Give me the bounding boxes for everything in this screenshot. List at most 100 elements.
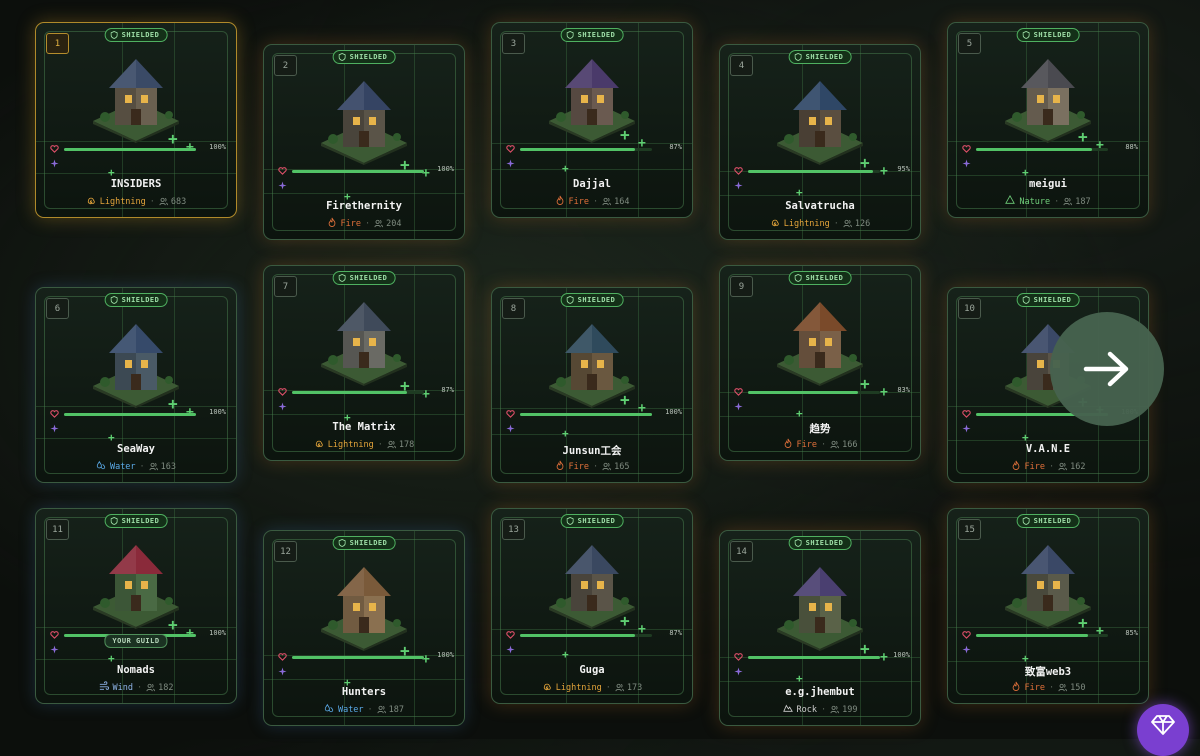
guild-card[interactable]: 6 SHIELDED +++ 100% SeaWay Water · bbox=[35, 287, 237, 483]
member-count: 199 bbox=[830, 705, 857, 715]
shielded-badge: SHIELDED bbox=[332, 50, 396, 64]
element-label: Fire bbox=[1024, 461, 1045, 472]
member-count-value: 683 bbox=[170, 196, 187, 207]
rank-badge: 6 bbox=[46, 298, 69, 319]
shielded-badge: SHIELDED bbox=[1016, 514, 1080, 528]
shielded-label: SHIELDED bbox=[121, 296, 160, 304]
element-label: Water bbox=[337, 704, 364, 715]
health-bar-fill bbox=[64, 148, 196, 151]
nature-icon bbox=[1005, 194, 1016, 208]
members-icon bbox=[387, 440, 396, 449]
guild-meta: Nature · 187 bbox=[948, 194, 1148, 208]
health-bar bbox=[520, 634, 652, 637]
guild-meta: Lightning · 178 bbox=[264, 438, 464, 451]
gem-button[interactable] bbox=[1137, 704, 1189, 756]
guild-meta: Lightning · 173 bbox=[492, 681, 692, 694]
element-label: Lightning bbox=[99, 196, 146, 207]
health-bar-fill bbox=[64, 413, 196, 416]
member-count: 164 bbox=[602, 197, 629, 207]
element-label: Lightning bbox=[555, 682, 602, 693]
plus-icon: + bbox=[1078, 613, 1088, 632]
rank-badge: 10 bbox=[958, 298, 981, 319]
health-bar-fill bbox=[292, 656, 424, 659]
guild-name: e.g.jhembut bbox=[785, 686, 855, 698]
grid-line bbox=[36, 659, 236, 660]
guild-card[interactable]: 8 SHIELDED + + + 100% Junsun工会 Fire · 16… bbox=[491, 287, 693, 483]
guild-meta: Water · 163 bbox=[36, 460, 236, 473]
water-icon bbox=[324, 703, 334, 716]
element-label: Fire bbox=[568, 461, 589, 472]
member-count: 150 bbox=[1058, 683, 1085, 693]
guild-card[interactable]: 1 SHIELDED +++ 100% INSIDERS Lightning · bbox=[35, 22, 237, 218]
health-bar bbox=[748, 170, 880, 173]
shield-icon bbox=[110, 296, 118, 304]
lightning-icon bbox=[314, 438, 324, 451]
shielded-label: SHIELDED bbox=[577, 31, 616, 39]
plus-icon: + bbox=[562, 162, 569, 175]
member-count: 178 bbox=[387, 440, 414, 450]
sparkle-icon bbox=[278, 667, 287, 676]
sparkle-icon bbox=[278, 402, 287, 411]
guild-card[interactable]: 4 SHIELDED + + + 95% Salvatrucha Lightning… bbox=[719, 44, 921, 240]
members-icon bbox=[146, 683, 155, 692]
rank-badge: 2 bbox=[274, 55, 297, 76]
guild-card[interactable]: 11 SHIELDED +++ 100% YOUR GUILD Nomads W… bbox=[35, 508, 237, 704]
health-percent: 88% bbox=[1125, 143, 1138, 151]
guild-meta: Water · 187 bbox=[264, 703, 464, 716]
health-percent: 100% bbox=[665, 408, 682, 416]
guild-meta: Fire · 165 bbox=[492, 460, 692, 473]
grid-line bbox=[492, 143, 692, 144]
grid-line bbox=[492, 629, 692, 630]
guild-name: 致富web3 bbox=[1024, 666, 1072, 678]
grid-line bbox=[492, 434, 692, 435]
member-count-value: 204 bbox=[386, 218, 402, 229]
guild-card[interactable]: 13 SHIELDED + + + 87% Guga Lightning · 1… bbox=[491, 508, 693, 704]
shielded-badge: SHIELDED bbox=[332, 536, 396, 550]
plus-icon: + bbox=[796, 407, 803, 420]
member-count: 165 bbox=[602, 462, 629, 472]
guild-card[interactable]: 2 SHIELDED + + + 100% Firethernity Fire · bbox=[263, 44, 465, 240]
members-icon bbox=[377, 705, 386, 714]
grid-line bbox=[264, 414, 464, 415]
grid-line bbox=[720, 195, 920, 196]
health-bar-fill bbox=[292, 391, 407, 394]
sparkle-icon bbox=[734, 181, 743, 190]
guild-card[interactable]: 3 SHIELDED + + + 87% Dajjal Fire · 164 bbox=[491, 22, 693, 218]
guild-card[interactable]: 5 SHIELDED + + + 88% meigui Nature · 187 bbox=[947, 22, 1149, 218]
separator-dot: · bbox=[605, 682, 611, 693]
separator-dot: · bbox=[821, 704, 827, 715]
member-count-value: 173 bbox=[626, 682, 643, 693]
plus-icon: + bbox=[108, 431, 115, 444]
health-bar bbox=[520, 413, 652, 416]
guild-card[interactable]: 14 SHIELDED + + + 100% e.g.jhembut Rock · bbox=[719, 530, 921, 726]
guild-card[interactable]: 15 SHIELDED + + + 85% 致富web3 Fire · 150 bbox=[947, 508, 1149, 704]
heart-icon bbox=[506, 631, 515, 639]
health-bar bbox=[748, 656, 880, 659]
members-icon bbox=[1058, 462, 1067, 471]
shielded-label: SHIELDED bbox=[577, 296, 616, 304]
members-icon bbox=[830, 705, 839, 714]
guild-name: Salvatrucha bbox=[785, 200, 855, 212]
member-count: 126 bbox=[843, 219, 870, 229]
next-page-button[interactable] bbox=[1050, 312, 1164, 426]
members-icon bbox=[602, 462, 611, 471]
member-count-value: 187 bbox=[1075, 196, 1091, 207]
heart-icon bbox=[50, 410, 59, 418]
plus-icon: + bbox=[796, 186, 803, 199]
guild-building-image bbox=[777, 81, 863, 165]
guild-card[interactable]: 7 SHIELDED + + + 87% The Matrix Lightning … bbox=[263, 265, 465, 461]
guild-card[interactable]: 9 SHIELDED + + + 83% 趋势 Fire · 166 bbox=[719, 265, 921, 461]
health-bar bbox=[976, 148, 1108, 151]
guild-name: Nomads bbox=[117, 664, 155, 676]
guild-card[interactable]: 12 SHIELDED + + + 100% Hunters Water · 1… bbox=[263, 530, 465, 726]
health-percent: 87% bbox=[441, 386, 454, 394]
fire-icon bbox=[555, 460, 565, 473]
plus-icon: + bbox=[1022, 431, 1029, 444]
shielded-badge: SHIELDED bbox=[788, 50, 852, 64]
members-icon bbox=[149, 462, 158, 471]
separator-dot: · bbox=[821, 439, 827, 450]
shield-icon bbox=[338, 53, 346, 61]
member-count-value: 163 bbox=[160, 461, 177, 472]
member-count: 204 bbox=[374, 219, 401, 229]
shield-icon bbox=[1022, 517, 1030, 525]
